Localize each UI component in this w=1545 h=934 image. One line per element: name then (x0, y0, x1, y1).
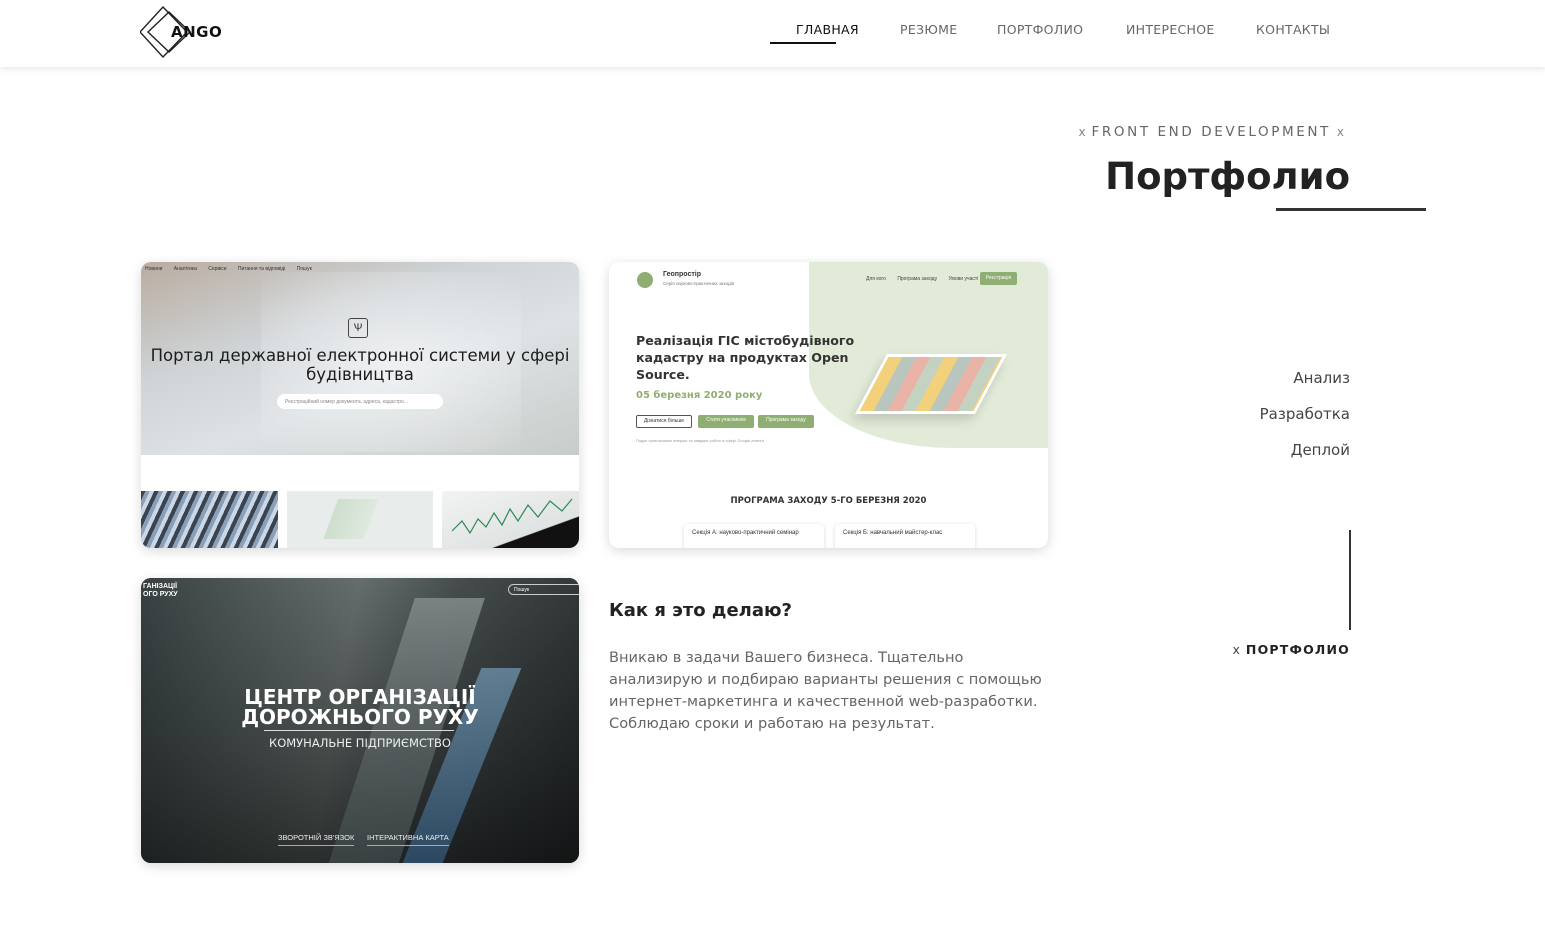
vertical-divider (1349, 530, 1351, 630)
card-section-a: Секція А: науково-практичний семінар (684, 524, 824, 548)
card-site-title: Реалізація ГІС містобудівного кадастру н… (636, 333, 855, 382)
card-program-title: ПРОГРАМА ЗАХОДУ 5-ГО БЕРЕЗНЯ 2020 (730, 496, 927, 506)
card-nav-item: Пошук (296, 266, 312, 272)
section-kicker: x FRONT END DEVELOPMENT x (1072, 124, 1350, 140)
nav-item-home[interactable]: ГЛАВНАЯ (796, 22, 859, 37)
card-brand-sub: Серія науково-практичних заходів (663, 281, 735, 286)
thumb-chart-image (442, 491, 579, 548)
section-label-text: ПОРТФОЛИО (1245, 642, 1350, 657)
nav-item-interesting[interactable]: ИНТЕРЕСНОЕ (1126, 22, 1215, 37)
thumb-chart-line-icon (451, 498, 573, 535)
process-list: Анализ Разработка Деплой (1260, 367, 1350, 475)
card-menu-item: Програма заходу (897, 276, 938, 282)
card-site-nav: Новини Аналітика Сервіси Питання та відп… (145, 266, 322, 272)
how-title: Как я это делаю? (609, 600, 792, 621)
card-nav-item: Сервіси (208, 266, 227, 272)
process-item-development[interactable]: Разработка (1260, 403, 1350, 439)
card-menu-item: Для кого (866, 276, 886, 282)
portfolio-card-construction-portal[interactable]: Новини Аналітика Сервіси Питання та відп… (141, 262, 579, 548)
card-brand: Геопростір (663, 271, 702, 278)
card-btn-program: Програма заходу (758, 415, 814, 428)
geoprostir-logo-icon (637, 272, 653, 288)
card-site-menu: Для кого Програма заходу Умови участі (866, 276, 988, 282)
thumb-construction-image (141, 491, 278, 548)
how-description: Вникаю в задачи Вашего бизнеса. Тщательн… (609, 649, 1042, 732)
section-label: x ПОРТФОЛИО (1233, 642, 1350, 657)
card-btn-participate: Стати учасником (698, 415, 754, 428)
card-site-search: Пошук (508, 584, 579, 595)
card-btn-learn-more: Дізнатися більше (636, 415, 692, 428)
card-site-title: Портал державної електронної системи у с… (150, 346, 570, 384)
thumb-map-image (287, 491, 433, 548)
card-register-button: Реєстрація (980, 272, 1017, 285)
card-title-line: ЦЕНТР ОРГАНІЗАЦІЇ (244, 685, 476, 709)
nav-item-contacts[interactable]: КОНТАКТЫ (1256, 22, 1330, 37)
card-site-subtitle: КОМУНАЛЬНЕ ПІДПРИЄМСТВО (269, 736, 451, 750)
card-link-map: ІНТЕРАКТИВНА КАРТА (367, 833, 449, 846)
nav-item-resume[interactable]: РЕЗЮМЕ (900, 22, 957, 37)
site-header: ANGO ГЛАВНАЯ РЕЗЮМЕ ПОРТФОЛИО ИНТЕРЕСНОЕ… (0, 0, 1545, 67)
process-item-deploy[interactable]: Деплой (1260, 439, 1350, 475)
card-title-line: ДОРОЖНЬОГО РУХУ (241, 705, 479, 729)
portfolio-card-geoprostir[interactable]: Геопростір Серія науково-практичних захо… (609, 262, 1048, 548)
card-title-rule (264, 730, 454, 731)
card-menu-item: Умови участі (948, 276, 979, 282)
kicker-marker-right: x (1336, 125, 1344, 139)
card-section-b: Секція Б: навчальний майстер-клас (835, 524, 975, 548)
card-site-date: 05 березня 2020 року (636, 390, 763, 401)
portfolio-card-traffic-center[interactable]: ГАНІЗАЦІЇ ОГО РУХУ Пошук ЦЕНТР ОРГАНІЗАЦ… (141, 578, 579, 863)
logo[interactable]: ANGO (140, 6, 240, 58)
card-site-search: Реєстраційний номер документа, адреса, к… (277, 394, 443, 409)
page-title: Портфолио (1105, 155, 1350, 198)
logo-text: ANGO (171, 23, 223, 41)
kicker-marker-left: x (1078, 125, 1086, 139)
section-label-marker: x (1232, 642, 1240, 657)
card-link-feedback: ЗВОРОТНІЙ ЗВ'ЯЗОК (278, 833, 355, 846)
nav-active-underline (770, 42, 836, 44)
title-underline (1276, 208, 1426, 211)
card-site-note: Подію організовано вперше та завдяки роб… (636, 438, 766, 443)
nav-item-portfolio[interactable]: ПОРТФОЛИО (997, 22, 1083, 37)
card-nav-item: Аналітика (173, 266, 197, 272)
process-item-analysis[interactable]: Анализ (1260, 367, 1350, 403)
card-corner-logo: ГАНІЗАЦІЇ ОГО РУХУ (143, 583, 178, 598)
card-nav-item: Новини (145, 266, 163, 272)
card-nav-item: Питання та відповіді (237, 266, 286, 272)
kicker-text: FRONT END DEVELOPMENT (1091, 124, 1331, 140)
trident-emblem-icon: Ѱ (348, 318, 368, 338)
card-site-title: ЦЕНТР ОРГАНІЗАЦІЇ ДОРОЖНЬОГО РУХУ (141, 687, 579, 727)
